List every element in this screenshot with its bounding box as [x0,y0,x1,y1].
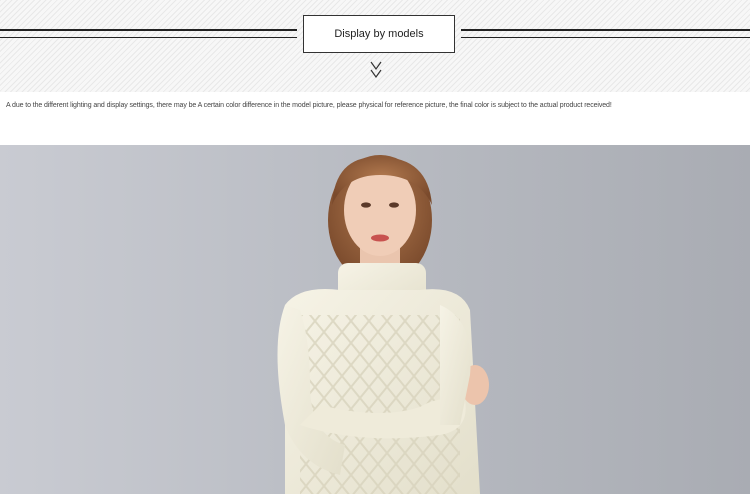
section-title-box: Display by models [303,15,455,53]
right-divider-line [461,29,750,31]
double-chevron-down-icon [369,60,383,80]
left-divider-line [0,29,297,31]
left-divider-line-thin [0,37,297,38]
model-photo [0,145,750,494]
section-title: Display by models [334,28,424,40]
right-divider-line-thin [461,37,750,38]
section-header-banner: Display by models [0,0,750,92]
color-disclaimer: A due to the different lighting and disp… [6,102,612,109]
